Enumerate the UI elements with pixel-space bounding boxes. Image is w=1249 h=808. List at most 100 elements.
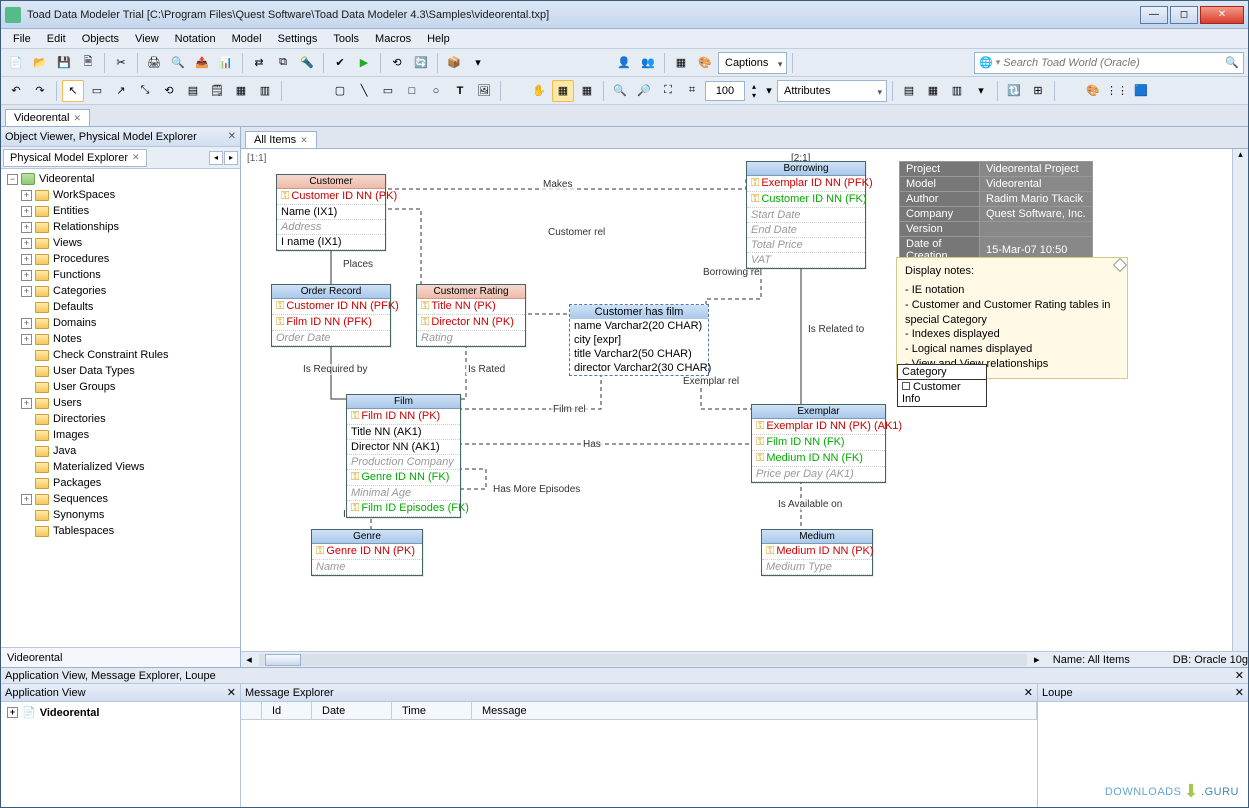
- redo-icon[interactable]: ↷: [29, 80, 51, 102]
- cut-icon[interactable]: ✂: [110, 52, 132, 74]
- menu-file[interactable]: File: [5, 31, 39, 47]
- expand-icon[interactable]: +: [21, 334, 32, 345]
- tree-item[interactable]: Java: [1, 443, 240, 459]
- close-icon[interactable]: ✕: [228, 127, 236, 147]
- tree-item[interactable]: Packages: [1, 475, 240, 491]
- zoom-box-icon[interactable]: ⌗: [681, 80, 703, 102]
- layout-icon[interactable]: ▦: [922, 80, 944, 102]
- menu-edit[interactable]: Edit: [39, 31, 74, 47]
- rounded-tool-icon[interactable]: ▭: [377, 80, 399, 102]
- tree-item[interactable]: +Relationships: [1, 219, 240, 235]
- stamp-tool-icon[interactable]: ▥: [254, 80, 276, 102]
- tree-item[interactable]: +Procedures: [1, 251, 240, 267]
- refresh-icon[interactable]: 🔃: [1003, 80, 1025, 102]
- tree-item[interactable]: User Data Types: [1, 363, 240, 379]
- tree-item[interactable]: +WorkSpaces: [1, 187, 240, 203]
- arrange-icon[interactable]: ▥: [946, 80, 968, 102]
- entity-film[interactable]: Film ⚿Film ID NN (PK)Title NN (AK1)Direc…: [346, 394, 461, 518]
- nav-prev-icon[interactable]: ◂: [209, 151, 223, 165]
- save-as-icon[interactable]: 🗎: [77, 52, 99, 74]
- report-icon[interactable]: 📊: [215, 52, 237, 74]
- verify-icon[interactable]: ✔: [329, 52, 351, 74]
- tab-physical-model-explorer[interactable]: Physical Model Explorer ✕: [3, 149, 147, 167]
- expand-icon[interactable]: +: [7, 707, 18, 718]
- nav-next-icon[interactable]: ▸: [224, 151, 238, 165]
- undo-icon[interactable]: ↶: [5, 80, 27, 102]
- package-icon[interactable]: 📦: [443, 52, 465, 74]
- auto-layout-icon[interactable]: ⊞: [1027, 80, 1049, 102]
- relation-nm-icon[interactable]: ⤡: [134, 80, 156, 102]
- close-icon[interactable]: ✕: [73, 113, 81, 124]
- menu-tools[interactable]: Tools: [325, 31, 367, 47]
- menu-view[interactable]: View: [127, 31, 167, 47]
- compare-icon[interactable]: ⇄: [248, 52, 270, 74]
- entity-customer-rating[interactable]: Customer Rating ⚿Title NN (PK)⚿Director …: [416, 284, 526, 347]
- tree-item[interactable]: +Users: [1, 395, 240, 411]
- display-notes[interactable]: Display notes: - IE notation- Customer a…: [896, 257, 1128, 379]
- users-icon[interactable]: 👥: [637, 52, 659, 74]
- align-icon[interactable]: ▤: [898, 80, 920, 102]
- open-icon[interactable]: 📂: [29, 52, 51, 74]
- tree-item[interactable]: Materialized Views: [1, 459, 240, 475]
- tree-item[interactable]: +Sequences: [1, 491, 240, 507]
- tree-item[interactable]: +Notes: [1, 331, 240, 347]
- zoom-spin-icon[interactable]: ▴▾: [747, 80, 761, 102]
- category-tool-icon[interactable]: ▦: [230, 80, 252, 102]
- tree-item[interactable]: +Functions: [1, 267, 240, 283]
- find-icon[interactable]: 🔦: [296, 52, 318, 74]
- workspace-icon[interactable]: ▦: [670, 52, 692, 74]
- scroll-track[interactable]: [259, 654, 1027, 666]
- box-tool-icon[interactable]: ▢: [329, 80, 351, 102]
- export-icon[interactable]: 📤: [191, 52, 213, 74]
- tree-root[interactable]: − Videorental: [1, 171, 240, 187]
- tree-item[interactable]: Synonyms: [1, 507, 240, 523]
- new-icon[interactable]: 📄: [5, 52, 27, 74]
- tree-item[interactable]: User Groups: [1, 379, 240, 395]
- maximize-button[interactable]: ◻: [1170, 6, 1198, 24]
- col-icon[interactable]: [241, 702, 262, 719]
- snap-icon[interactable]: ▦: [576, 80, 598, 102]
- expand-icon[interactable]: +: [21, 398, 32, 409]
- zoom-value[interactable]: 100: [705, 81, 745, 101]
- vertical-scrollbar[interactable]: ▴: [1232, 149, 1248, 651]
- expand-icon[interactable]: +: [21, 254, 32, 265]
- search-box[interactable]: 🌐 ▾ 🔍: [974, 52, 1244, 74]
- sync-icon[interactable]: 🔄: [410, 52, 432, 74]
- tree-item[interactable]: +Domains: [1, 315, 240, 331]
- display-dropdown[interactable]: Attributes: [777, 80, 887, 102]
- menu-objects[interactable]: Objects: [74, 31, 127, 47]
- relation-icon[interactable]: ↗: [110, 80, 132, 102]
- highlight-icon[interactable]: 🟦: [1130, 80, 1152, 102]
- model-tree[interactable]: − Videorental +WorkSpaces+Entities+Relat…: [1, 169, 240, 647]
- tree-item[interactable]: Check Constraint Rules: [1, 347, 240, 363]
- close-icon[interactable]: ✕: [1024, 684, 1033, 701]
- image-tool-icon[interactable]: 🖼: [473, 80, 495, 102]
- run-icon[interactable]: ▶: [353, 52, 375, 74]
- close-icon[interactable]: ✕: [132, 152, 140, 163]
- horizontal-scrollbar[interactable]: ◂ ▸ Name: All Items DB: Oracle 10g: [241, 651, 1248, 667]
- menu-help[interactable]: Help: [419, 31, 458, 47]
- pointer-icon[interactable]: ↖: [62, 80, 84, 102]
- menu-model[interactable]: Model: [224, 31, 270, 47]
- scroll-left-icon[interactable]: ◂: [241, 653, 257, 666]
- grid-icon[interactable]: ▦: [552, 80, 574, 102]
- print-icon[interactable]: 🖨: [143, 52, 165, 74]
- package-dropdown-icon[interactable]: ▾: [467, 52, 489, 74]
- zoom-in-icon[interactable]: 🔍: [609, 80, 631, 102]
- minimize-button[interactable]: —: [1140, 6, 1168, 24]
- close-button[interactable]: ✕: [1200, 6, 1244, 24]
- scroll-right-icon[interactable]: ▸: [1029, 653, 1045, 666]
- close-icon[interactable]: ✕: [300, 135, 308, 146]
- col-id[interactable]: Id: [262, 702, 312, 719]
- diagram-canvas[interactable]: [1:1] [2:1] .dash{stroke:#333;stroke-wid…: [241, 149, 1248, 651]
- expand-icon[interactable]: +: [21, 318, 32, 329]
- search-icon[interactable]: 🔍: [1225, 56, 1239, 69]
- entity-genre[interactable]: Genre ⚿Genre ID NN (PK)Name: [311, 529, 423, 576]
- application-tree[interactable]: + 📄 Videorental: [1, 702, 240, 723]
- tree-item[interactable]: +Entities: [1, 203, 240, 219]
- scroll-up-icon[interactable]: ▴: [1233, 149, 1248, 160]
- expand-icon[interactable]: +: [21, 494, 32, 505]
- tree-item[interactable]: Images: [1, 427, 240, 443]
- tree-item[interactable]: +Views: [1, 235, 240, 251]
- merge-icon[interactable]: ⧉: [272, 52, 294, 74]
